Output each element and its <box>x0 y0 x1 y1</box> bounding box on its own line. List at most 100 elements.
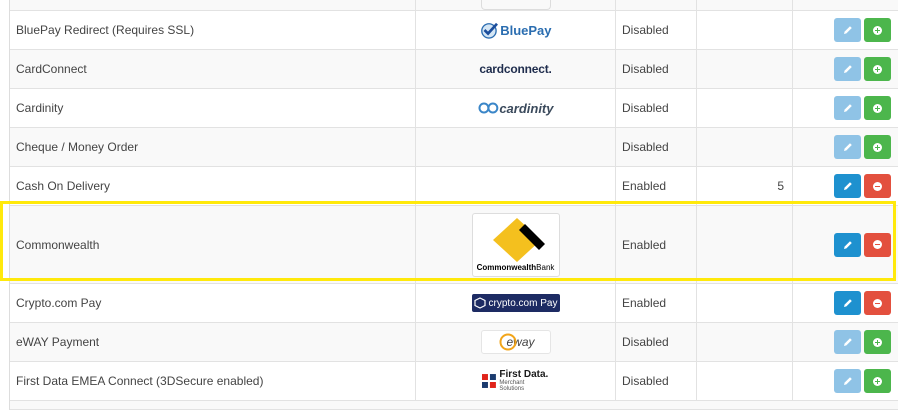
status-text: Enabled <box>622 179 667 193</box>
logo-text: CommonwealthBank <box>473 263 559 272</box>
table-row: Cash On Delivery Enabled 5 <box>10 167 898 206</box>
plus-circle-icon <box>873 142 882 152</box>
extension-name-text: Commonwealth <box>16 237 100 252</box>
extension-sort-order <box>697 0 793 10</box>
logo-text: crypto.com Pay <box>488 297 558 309</box>
swirl-icon <box>499 333 517 351</box>
extension-logo: eway <box>416 323 616 361</box>
extension-actions <box>793 323 898 361</box>
table-row: Cardinity cardinity Disabled <box>10 89 898 128</box>
logo-text: cardinity <box>499 100 554 116</box>
extension-sort-order: 5 <box>697 167 793 205</box>
extension-actions <box>793 0 898 10</box>
extension-actions <box>793 89 898 127</box>
install-button[interactable] <box>864 57 891 81</box>
install-button[interactable] <box>864 96 891 120</box>
extension-sort-order <box>697 128 793 166</box>
extension-status: Enabled <box>616 167 697 205</box>
logo-text-bold: Commonwealth <box>476 262 537 272</box>
infinity-icon <box>477 102 498 114</box>
plus-circle-icon <box>873 103 882 113</box>
extension-actions <box>793 362 898 400</box>
pencil-icon <box>843 182 852 190</box>
extension-name-text: Crypto.com Pay <box>16 296 102 310</box>
extension-sort-order <box>697 50 793 88</box>
uninstall-button[interactable] <box>864 291 891 315</box>
table-row: eWAY Payment eway Disabled <box>10 323 898 362</box>
edit-button[interactable] <box>834 232 861 257</box>
pencil-icon <box>843 26 852 34</box>
edit-button[interactable] <box>834 96 861 120</box>
extension-actions <box>793 284 898 322</box>
edit-button[interactable] <box>834 18 861 42</box>
pencil-icon <box>843 143 852 151</box>
minus-circle-icon <box>873 181 882 191</box>
crypto-com-logo: crypto.com Pay <box>471 294 560 312</box>
status-text: Disabled <box>622 101 669 115</box>
table-row: First Data EMEA Connect (3DSecure enable… <box>10 362 898 401</box>
extension-name: BluePay Redirect (Requires SSL) <box>10 11 416 49</box>
table-row: Cheque / Money Order Disabled <box>10 128 898 167</box>
table-row <box>10 0 898 11</box>
extension-logo: CommonwealthBank <box>416 206 616 283</box>
plus-circle-icon <box>873 64 882 74</box>
pencil-icon <box>843 104 852 112</box>
commonwealth-logo: CommonwealthBank <box>471 212 560 277</box>
extension-name: eWAY Payment <box>10 323 416 361</box>
extension-logo <box>416 128 616 166</box>
edit-button[interactable] <box>834 57 861 81</box>
logo-text: First Data. <box>499 369 549 380</box>
payment-extensions-table: BluePay Redirect (Requires SSL) BluePay … <box>9 0 898 410</box>
extension-logo: crypto.com Pay <box>416 284 616 322</box>
pencil-icon <box>843 299 852 307</box>
first-data-icon <box>481 374 496 388</box>
extension-name: Cheque / Money Order <box>10 128 416 166</box>
table-row <box>10 401 898 410</box>
edit-button[interactable] <box>834 135 861 159</box>
extension-name: Cash On Delivery <box>10 167 416 205</box>
extension-sort-order <box>697 362 793 400</box>
extension-name: Commonwealth <box>10 206 416 283</box>
extension-logo: cardconnect. <box>416 50 616 88</box>
table-row: CardConnect cardconnect. Disabled <box>10 50 898 89</box>
extension-sort-order <box>697 11 793 49</box>
install-button[interactable] <box>864 135 891 159</box>
install-button[interactable] <box>864 330 891 354</box>
extension-status: Disabled <box>616 89 697 127</box>
bluepay-logo: BluePay <box>480 18 552 42</box>
install-button[interactable] <box>864 18 891 42</box>
extension-actions <box>793 50 898 88</box>
extension-status: Disabled <box>616 50 697 88</box>
extension-name-text: eWAY Payment <box>16 335 100 349</box>
extension-name-text: CardConnect <box>16 62 87 76</box>
checkmark-icon <box>480 22 498 39</box>
edit-button[interactable] <box>834 291 861 315</box>
uninstall-button[interactable] <box>864 174 891 198</box>
extension-sort-order <box>697 89 793 127</box>
extension-name-text: Cash On Delivery <box>16 179 111 193</box>
logo-text-light: Bank <box>536 262 555 272</box>
edit-button[interactable] <box>834 369 861 393</box>
extension-status: Disabled <box>616 11 697 49</box>
edit-button[interactable] <box>834 174 861 198</box>
plus-circle-icon <box>873 376 882 386</box>
install-button[interactable] <box>864 369 891 393</box>
extension-actions <box>793 128 898 166</box>
pencil-icon <box>843 65 852 73</box>
sort-text: 5 <box>777 179 784 193</box>
pencil-icon <box>843 338 852 346</box>
status-text: Disabled <box>622 140 669 154</box>
uninstall-button[interactable] <box>864 232 891 257</box>
extension-status: Enabled <box>616 206 697 283</box>
edit-button[interactable] <box>834 330 861 354</box>
status-text: Enabled <box>622 296 667 310</box>
extension-actions <box>793 206 898 283</box>
extension-name: CardConnect <box>10 50 416 88</box>
extension-actions <box>793 167 898 205</box>
extension-status: Disabled <box>616 323 697 361</box>
extension-name <box>10 0 416 10</box>
status-text: Disabled <box>622 335 669 349</box>
extension-actions <box>793 11 898 49</box>
extension-logo: First Data. Merchant Solutions <box>416 362 616 400</box>
extension-name: First Data EMEA Connect (3DSecure enable… <box>10 362 416 400</box>
